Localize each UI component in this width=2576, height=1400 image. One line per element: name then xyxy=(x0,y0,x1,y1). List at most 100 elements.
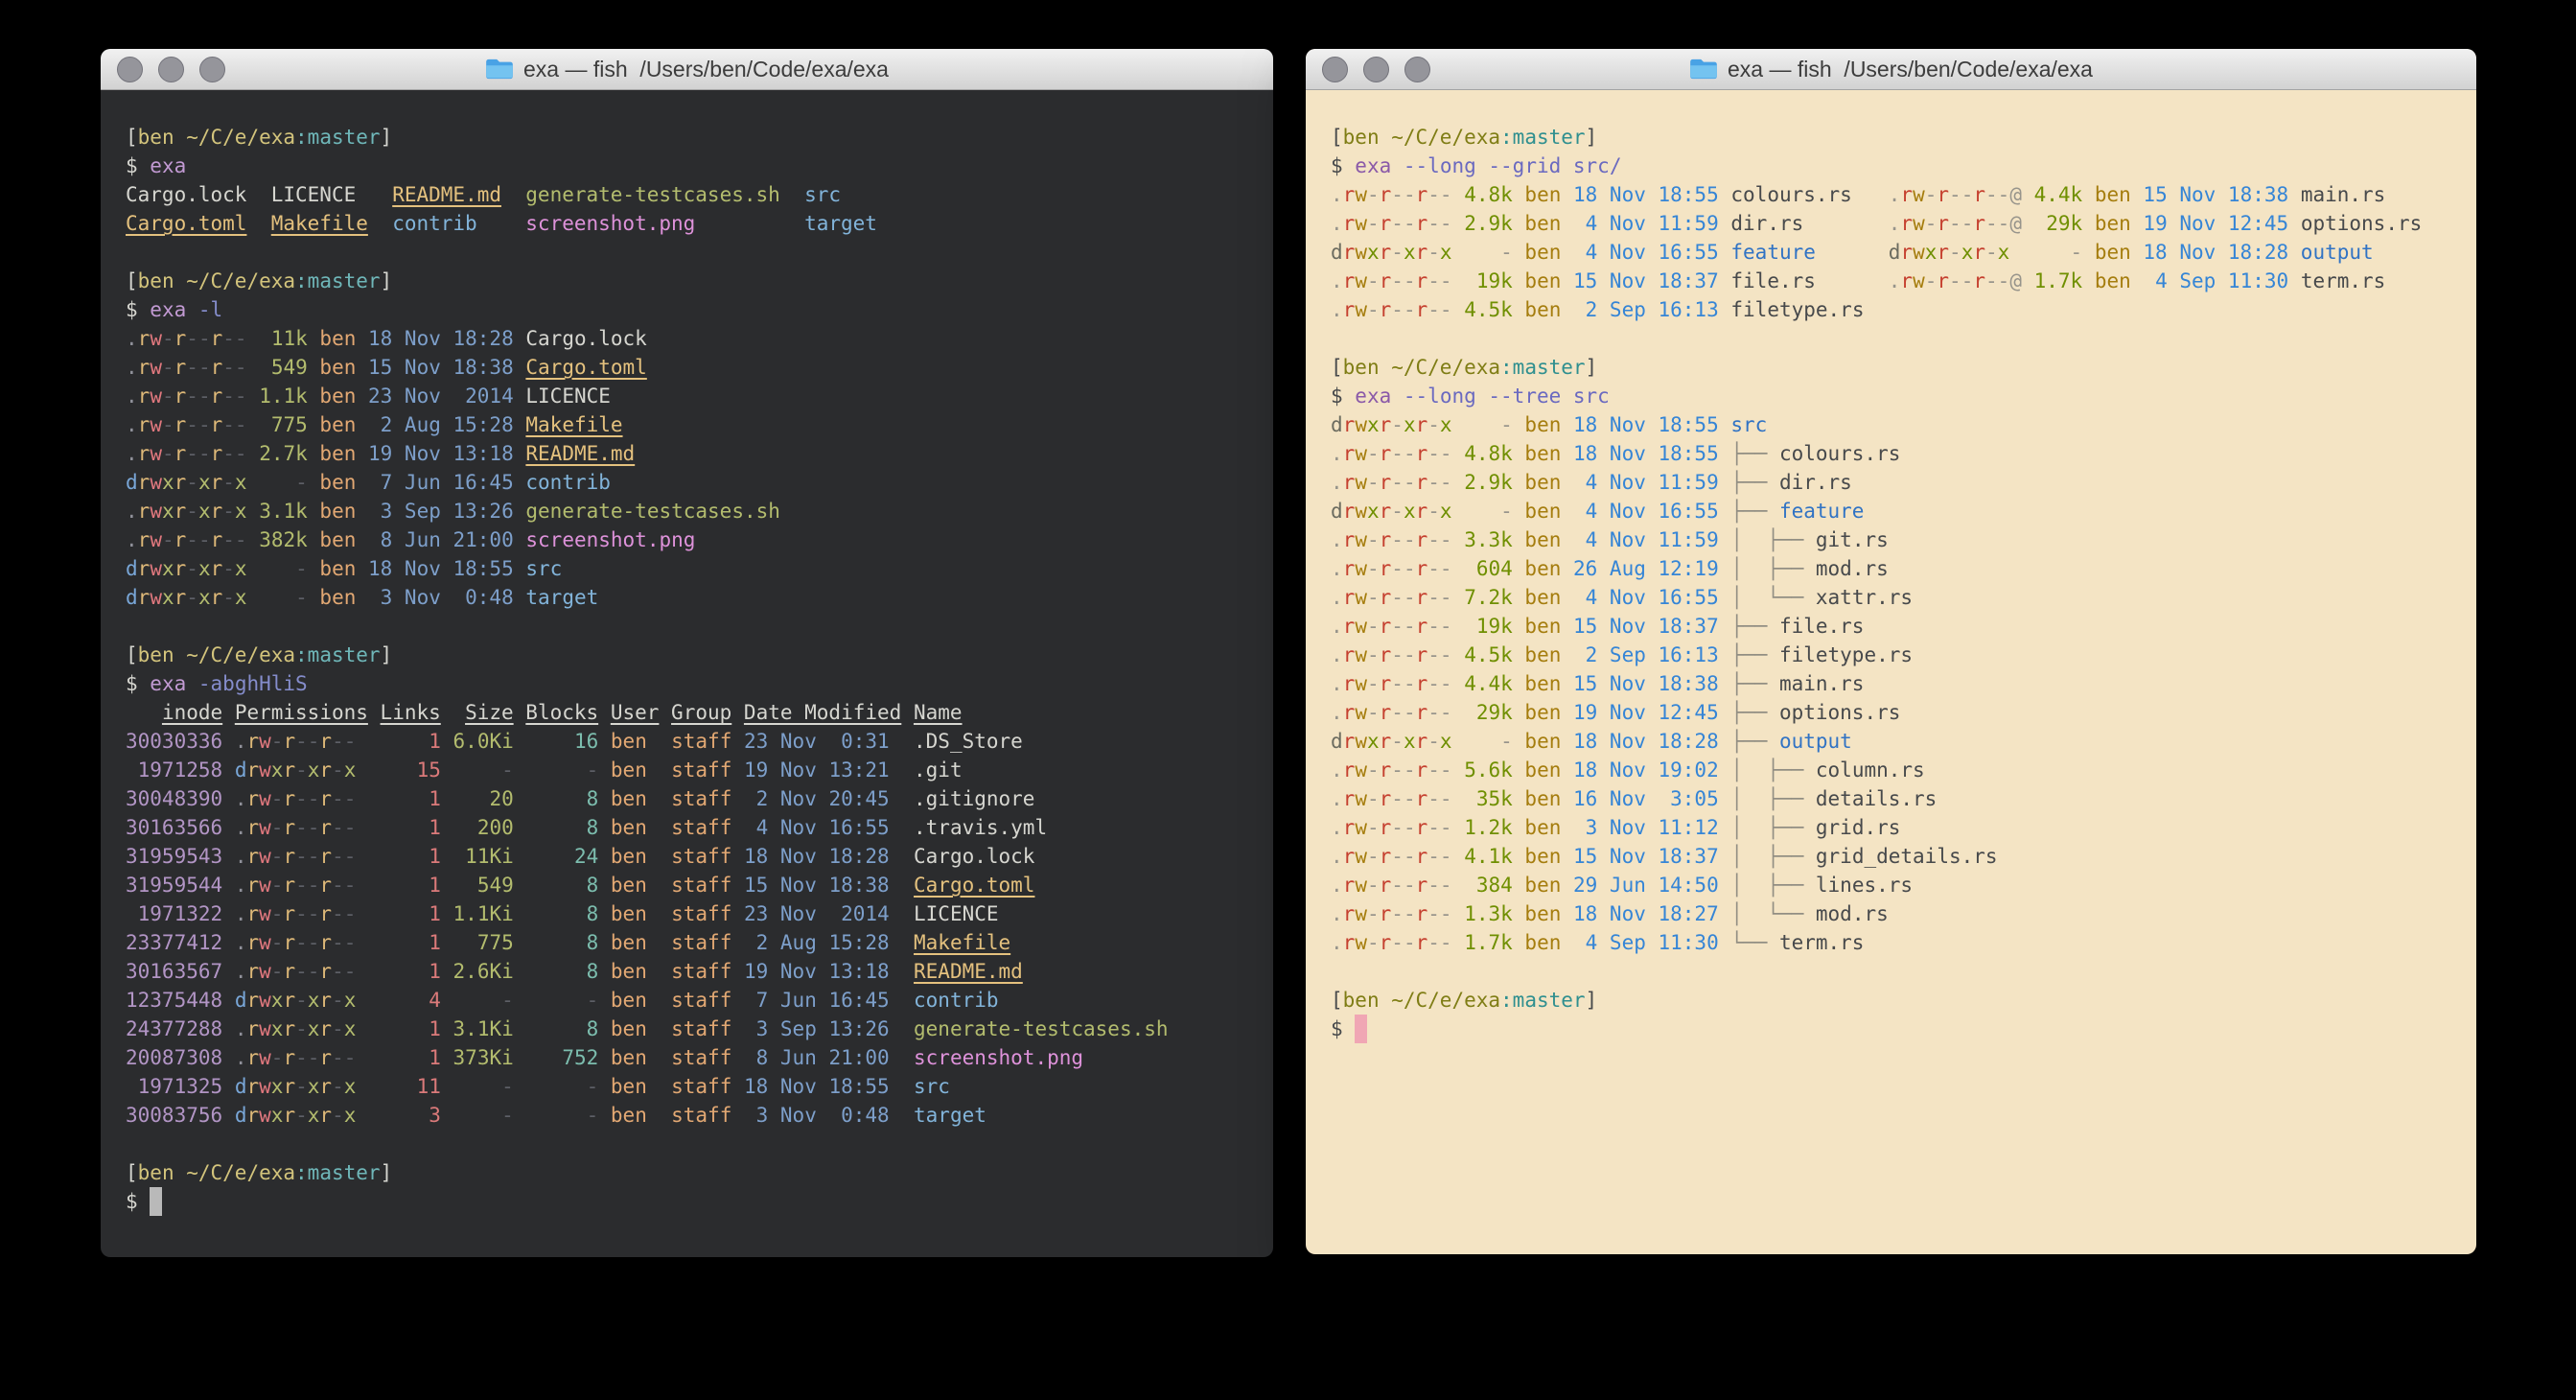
text-segment: 8 xyxy=(514,960,599,983)
minimize-button[interactable] xyxy=(1363,57,1389,82)
text-segment: 4 Nov 11:59 xyxy=(1561,528,1718,551)
permission-char: - xyxy=(308,960,320,983)
permission-char: r xyxy=(283,758,295,782)
permission-char: - xyxy=(1404,672,1416,695)
text-segment: ben staff xyxy=(598,816,731,839)
permission-char: . xyxy=(235,931,247,954)
text-segment: $ xyxy=(1331,385,1355,408)
text-segment: [ xyxy=(126,126,138,149)
permission-char: - xyxy=(162,385,174,408)
permission-char: - xyxy=(271,816,284,839)
permission-char: - xyxy=(1367,528,1380,551)
text-segment: ] xyxy=(381,643,393,666)
permission-char: - xyxy=(1404,298,1416,321)
permission-char: . xyxy=(1331,298,1343,321)
zoom-button[interactable] xyxy=(1404,57,1430,82)
terminal-line: 1971258 drwxr-xr-x 15 - - ben staff 19 N… xyxy=(126,756,1248,784)
permission-char: r xyxy=(1973,212,1985,235)
terminal-line: $ xyxy=(1331,1015,2451,1043)
terminal-line: drwxr-xr-x - ben 18 Nov 18:55 src xyxy=(126,554,1248,583)
terminal-output-right[interactable]: [ben ~/C/e/exa:master]$ exa --long --gri… xyxy=(1306,90,2476,1043)
terminal-line: $ exa -l xyxy=(126,295,1248,324)
close-button[interactable] xyxy=(1322,57,1348,82)
permission-char: . xyxy=(1331,183,1343,206)
permission-char: r xyxy=(283,931,295,954)
text-segment: .gitignore xyxy=(914,787,1034,810)
permission-char: r xyxy=(1343,845,1356,868)
text-segment: column.rs xyxy=(1816,758,1925,782)
permission-char: r xyxy=(1343,298,1356,321)
permission-char: w xyxy=(1913,183,1925,206)
text-segment: 2 Aug 15:28 xyxy=(356,413,513,436)
terminal-window-right[interactable]: exa — fish /Users/ben/Code/exa/exa [ben … xyxy=(1306,49,2476,1254)
permission-char: w xyxy=(1355,500,1367,523)
permission-char: r xyxy=(319,1104,332,1127)
permission-char: - xyxy=(162,528,174,551)
permission-char: x xyxy=(198,557,211,580)
permission-char: x xyxy=(344,1104,357,1127)
terminal-line: 23377412 .rw-r--r-- 1 775 8 ben staff 2 … xyxy=(126,928,1248,957)
permission-char: r xyxy=(1937,183,1949,206)
text-segment: ben xyxy=(1513,931,1562,954)
text-segment: ben staff xyxy=(598,845,731,868)
permission-char: - xyxy=(222,528,235,551)
terminal-line: .rw-r--r-- 19k ben 15 Nov 18:37 file.rs … xyxy=(1331,267,2451,295)
permission-char: - xyxy=(1404,471,1416,494)
close-button[interactable] xyxy=(117,57,143,82)
permission-char: x xyxy=(235,586,247,609)
minimize-button[interactable] xyxy=(158,57,184,82)
text-segment: ben xyxy=(1513,615,1562,638)
text-segment: $ xyxy=(1331,154,1355,177)
permission-char: - xyxy=(1427,212,1440,235)
text-segment: │ ├── xyxy=(1719,845,1816,868)
permission-char: - xyxy=(1404,269,1416,292)
permission-char: - xyxy=(186,557,198,580)
text-segment xyxy=(222,874,235,897)
text-segment: ben xyxy=(1513,787,1562,810)
terminal-window-left[interactable]: exa — fish /Users/ben/Code/exa/exa [ben … xyxy=(101,49,1273,1257)
permission-char: r xyxy=(174,528,187,551)
permission-char: . xyxy=(1331,557,1343,580)
terminal-line: 30083756 drwxr-xr-x 3 - - ben staff 3 No… xyxy=(126,1101,1248,1130)
text-segment: 3.3k xyxy=(1452,528,1513,551)
text-segment: 4.8k xyxy=(1452,442,1513,465)
permission-char: . xyxy=(235,1046,247,1069)
permission-char: - xyxy=(1440,902,1452,925)
text-segment: 15 Nov 18:38 xyxy=(2131,183,2288,206)
permission-char: x xyxy=(162,500,174,523)
text-segment: Name xyxy=(914,701,963,724)
text-segment: ben ~/C/e/exa xyxy=(138,643,295,666)
terminal-line: [ben ~/C/e/exa:master] xyxy=(126,267,1248,295)
permission-char: r xyxy=(1380,730,1392,753)
window-title: exa — fish /Users/ben/Code/exa/exa xyxy=(1728,57,2093,82)
permission-char: x xyxy=(271,989,284,1012)
permission-char: w xyxy=(1355,471,1367,494)
zoom-button[interactable] xyxy=(199,57,225,82)
permission-char: x xyxy=(1367,241,1380,264)
titlebar-left[interactable]: exa — fish /Users/ben/Code/exa/exa xyxy=(101,49,1273,90)
text-segment xyxy=(222,701,235,724)
text-segment: ├── xyxy=(1719,471,1779,494)
text-segment: ben ~/C/e/exa xyxy=(138,126,295,149)
text-segment: ben xyxy=(2082,183,2131,206)
permission-char: - xyxy=(1427,615,1440,638)
text-segment: 30083756 xyxy=(126,1104,222,1127)
permission-char: x xyxy=(308,1075,320,1098)
text-segment: ben xyxy=(1513,500,1562,523)
terminal-output-left[interactable]: [ben ~/C/e/exa:master]$ exaCargo.lock LI… xyxy=(101,90,1273,1216)
permission-char: w xyxy=(259,931,271,954)
permission-char: - xyxy=(308,874,320,897)
text-segment: 29 Jun 14:50 xyxy=(1561,874,1718,897)
text-segment: main.rs xyxy=(1779,672,1865,695)
text-segment: 19k xyxy=(1452,615,1513,638)
permission-char: r xyxy=(1416,615,1428,638)
permission-char: x xyxy=(1367,730,1380,753)
permission-char: r xyxy=(1343,643,1356,666)
permission-char: r xyxy=(1416,413,1428,436)
text-segment xyxy=(368,701,381,724)
titlebar-right[interactable]: exa — fish /Users/ben/Code/exa/exa xyxy=(1306,49,2476,90)
terminal-line: $ exa --long --grid src/ xyxy=(1331,152,2451,180)
permission-char: r xyxy=(1343,874,1356,897)
permission-char: r xyxy=(174,327,187,350)
permission-char: - xyxy=(162,356,174,379)
